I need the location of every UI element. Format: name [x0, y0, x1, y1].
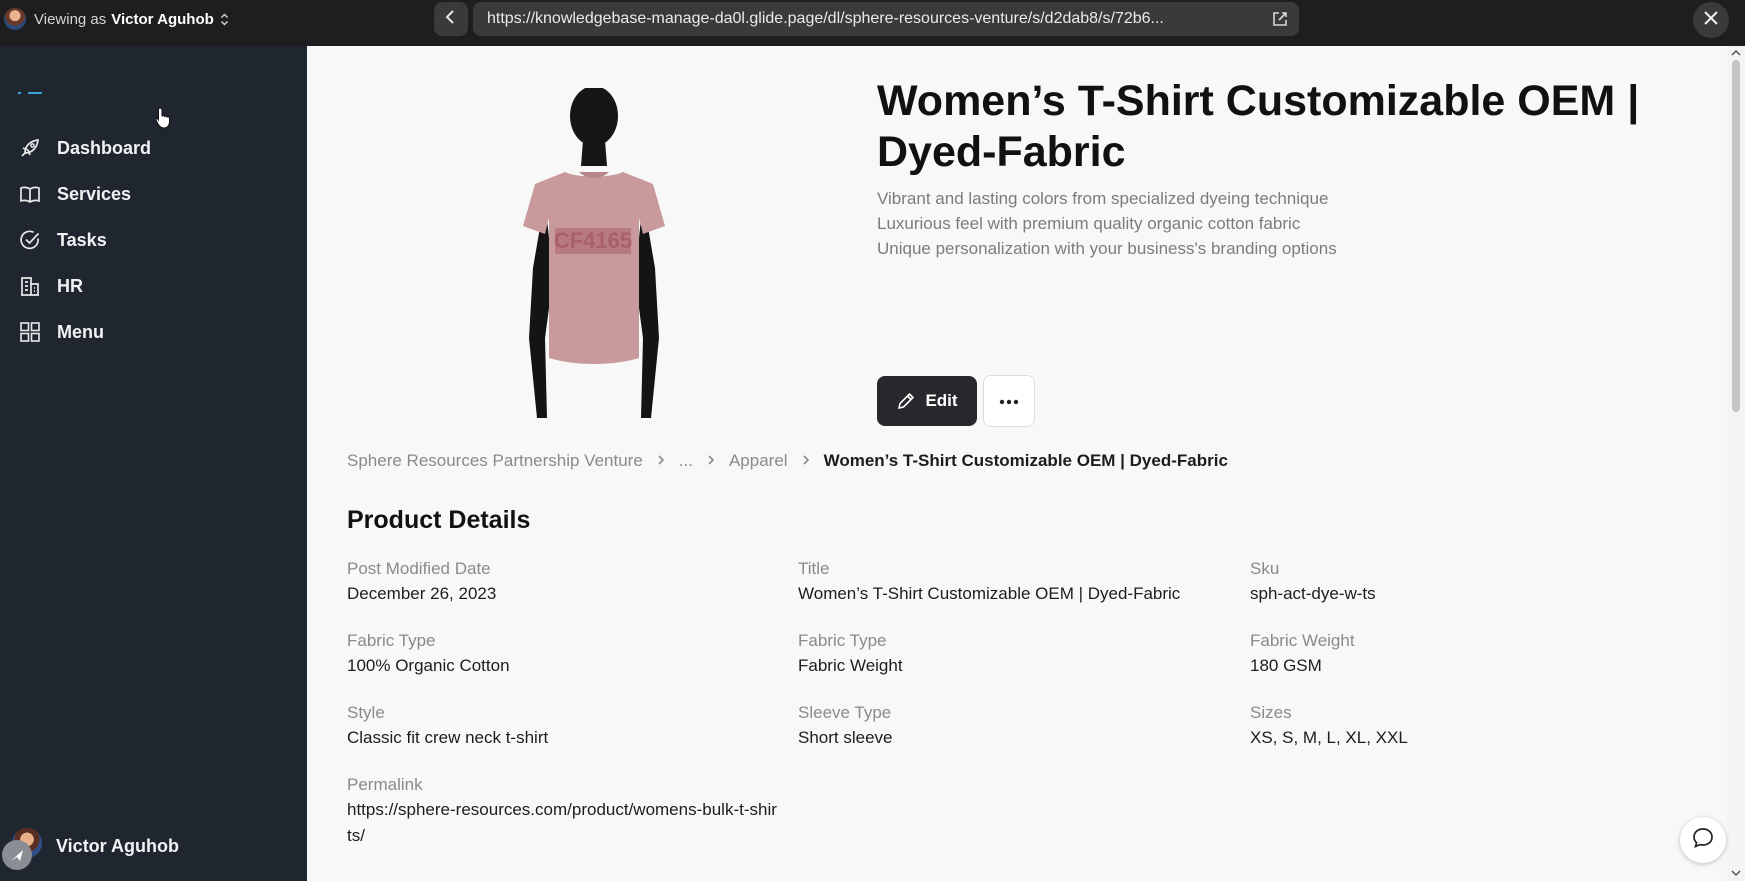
chat-button[interactable] [1680, 817, 1726, 863]
avatar [4, 8, 26, 30]
chevron-right-icon [802, 453, 810, 470]
scroll-up-icon[interactable] [1731, 48, 1741, 58]
field-label: Fabric Weight [1250, 631, 1355, 650]
avatar [2, 828, 42, 870]
field-label: Sleeve Type [798, 703, 892, 722]
section-title: Product Details [347, 506, 531, 534]
feature-line: Luxurious feel with premium quality orga… [877, 214, 1301, 233]
scroll-down-icon[interactable] [1731, 869, 1741, 879]
field-value: Classic fit crew neck t-shirt [347, 728, 549, 747]
field-label: Title [798, 559, 830, 578]
scrollbar-thumb[interactable] [1732, 60, 1740, 412]
field-label: Post Modified Date [347, 559, 491, 578]
field-value: sph-act-dye-w-ts [1250, 584, 1376, 603]
field-fabric-weight: Fabric Weight 180 GSM [1250, 629, 1680, 679]
check-circle-icon [18, 228, 42, 252]
sidebar-item-label: HR [57, 275, 83, 296]
close-icon [1703, 10, 1719, 31]
user-name: Victor Aguhob [56, 835, 179, 856]
breadcrumb: Sphere Resources Partnership Venture ...… [347, 448, 1228, 474]
edit-button[interactable]: Edit [877, 376, 977, 426]
permalink-link[interactable]: https://sphere-resources.com/product/wom… [347, 797, 779, 849]
more-horizontal-icon [999, 392, 1019, 410]
field-sleeve-type: Sleeve Type Short sleeve [798, 701, 1228, 751]
sidebar-user[interactable]: Victor Aguhob [0, 824, 307, 870]
viewing-as-label: Viewing as [34, 10, 107, 28]
breadcrumb-item[interactable]: ... [679, 451, 693, 471]
sidebar-item-label: Tasks [57, 229, 107, 250]
breadcrumb-item[interactable]: Apparel [729, 451, 788, 471]
app-logo[interactable] [18, 84, 46, 94]
send-icon[interactable] [2, 840, 32, 870]
edit-label: Edit [925, 391, 958, 410]
field-sizes: Sizes XS, S, M, L, XL, XXL [1250, 701, 1680, 751]
field-label: Style [347, 703, 385, 722]
sidebar-nav: Dashboard Services Tasks HR Menu [0, 125, 307, 355]
url-text: https://knowledgebase-manage-da0l.glide.… [487, 10, 1164, 27]
field-permalink: Permalink https://sphere-resources.com/p… [347, 773, 779, 849]
field-fabric-type: Fabric Type 100% Organic Cotton [347, 629, 777, 679]
field-value: Fabric Weight [798, 656, 903, 675]
sidebar-item-label: Menu [57, 321, 104, 342]
book-icon [18, 182, 42, 206]
chevron-right-icon [707, 453, 715, 470]
shirt-print: CF4165 [554, 228, 632, 253]
feature-line: Vibrant and lasting colors from speciali… [877, 189, 1329, 208]
sidebar-item-menu[interactable]: Menu [0, 309, 307, 355]
field-style: Style Classic fit crew neck t-shirt [347, 701, 777, 751]
field-sku: Sku sph-act-dye-w-ts [1250, 557, 1680, 607]
top-bar: Viewing as Victor Aguhob https://knowled… [0, 0, 1745, 46]
sidebar-item-dashboard[interactable]: Dashboard [0, 125, 307, 171]
pencil-icon [896, 391, 916, 411]
rocket-icon [18, 136, 42, 160]
field-label: Sku [1250, 559, 1280, 578]
page-title: Women’s T-Shirt Customizable OEM | Dyed-… [877, 77, 1640, 176]
chevron-right-icon [657, 453, 665, 470]
field-title: Title Women’s T-Shirt Customizable OEM |… [798, 557, 1228, 607]
more-options-button[interactable] [983, 375, 1035, 427]
sidebar-item-label: Services [57, 183, 132, 204]
chat-bubble-icon [1691, 826, 1715, 855]
field-post-modified-date: Post Modified Date December 26, 2023 [347, 557, 777, 607]
field-label: Sizes [1250, 703, 1292, 722]
field-fabric-type-2: Fabric Type Fabric Weight [798, 629, 1228, 679]
sidebar-item-tasks[interactable]: Tasks [0, 217, 307, 263]
field-label: Fabric Type [798, 631, 887, 650]
sidebar: Dashboard Services Tasks HR Menu Victor … [0, 46, 307, 881]
sidebar-item-services[interactable]: Services [0, 171, 307, 217]
close-button[interactable] [1693, 2, 1729, 38]
url-bar[interactable]: https://knowledgebase-manage-da0l.glide.… [473, 2, 1299, 36]
feature-line: Unique personalization with your busines… [877, 239, 1337, 258]
field-value: Short sleeve [798, 728, 893, 747]
field-value: December 26, 2023 [347, 584, 497, 603]
field-label: Fabric Type [347, 631, 436, 650]
chevron-left-icon [444, 9, 458, 30]
external-link-icon[interactable] [1271, 10, 1289, 33]
sidebar-item-hr[interactable]: HR [0, 263, 307, 309]
breadcrumb-item[interactable]: Sphere Resources Partnership Venture [347, 451, 643, 471]
scrollbar[interactable] [1727, 46, 1745, 881]
chevron-updown-icon [220, 12, 229, 26]
grid-icon [18, 320, 42, 344]
building-icon [18, 274, 42, 298]
viewing-as-user: Victor Aguhob [111, 10, 214, 28]
field-value: Women’s T-Shirt Customizable OEM | Dyed-… [798, 584, 1181, 603]
field-value: 100% Organic Cotton [347, 656, 510, 675]
mouse-cursor-icon [155, 107, 170, 129]
product-image: CF4165 [523, 88, 665, 418]
back-button[interactable] [434, 2, 468, 36]
field-value: 180 GSM [1250, 656, 1322, 675]
breadcrumb-current: Women’s T-Shirt Customizable OEM | Dyed-… [823, 451, 1228, 470]
viewing-as-switcher[interactable]: Viewing as Victor Aguhob [4, 8, 229, 30]
field-label: Permalink [347, 775, 423, 794]
field-value: XS, S, M, L, XL, XXL [1250, 728, 1408, 747]
product-features: Vibrant and lasting colors from speciali… [877, 186, 1577, 261]
sidebar-item-label: Dashboard [57, 137, 152, 158]
